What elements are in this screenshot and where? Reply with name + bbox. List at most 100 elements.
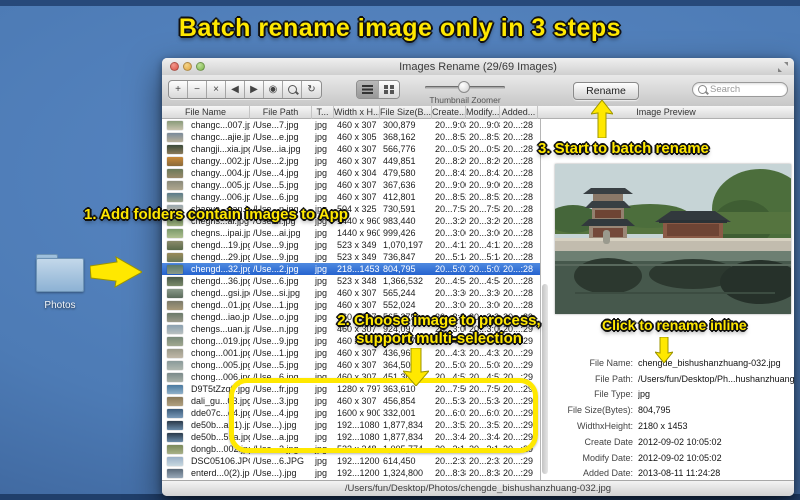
row-thumbnail bbox=[162, 287, 188, 299]
table-row[interactable]: enterd...0(2).jpg/Use...).jpg jpg 192...12… bbox=[162, 467, 540, 479]
photos-folder-icon[interactable] bbox=[36, 254, 84, 296]
cell-path: /Use...6.jpg bbox=[253, 276, 299, 286]
column-header-0[interactable]: File Name bbox=[162, 106, 250, 119]
row-thumbnail bbox=[162, 359, 188, 371]
table-row[interactable]: chengd...29.jpg/Use...9.jpg jpg 523 x 349 7… bbox=[162, 251, 540, 263]
table-row[interactable]: changy...004.jpg/Use...4.jpg jpg 460 x 304… bbox=[162, 167, 540, 179]
cell-modify: 20...8:20 bbox=[469, 156, 500, 166]
cell-type: jpg bbox=[315, 348, 328, 358]
cell-path: /Use...n.jpg bbox=[253, 324, 299, 334]
cell-name: changji...xia.jpg bbox=[191, 144, 250, 154]
field-value: 2012-09-02 10:05:02 bbox=[638, 436, 722, 447]
cell-type: jpg bbox=[315, 300, 328, 310]
table-row[interactable]: changy...006.jpg/Use...6.jpg jpg 460 x 307… bbox=[162, 191, 540, 203]
cell-create: 20...8:52 bbox=[435, 192, 466, 202]
thumbnail-image bbox=[167, 132, 183, 142]
metadata-field: File Type: jpg bbox=[541, 387, 795, 403]
table-row[interactable]: changy...005.jpg/Use...5.jpg jpg 460 x 307… bbox=[162, 179, 540, 191]
table-row[interactable]: chong...001.jpg/Use...1.jpg jpg 460 x 307 4… bbox=[162, 347, 540, 359]
image-preview-photo bbox=[555, 164, 791, 314]
cell-path: /Use...9.jpg bbox=[253, 240, 299, 250]
rename-button[interactable]: Rename bbox=[573, 82, 639, 100]
cell-type: jpg bbox=[315, 132, 328, 142]
thumbnail-image bbox=[167, 300, 183, 310]
list-view-button[interactable] bbox=[357, 81, 378, 98]
cell-name: chengd...gsi.jpg bbox=[191, 288, 250, 298]
cell-added: 20...:28 bbox=[503, 276, 534, 286]
cell-modify: 20...8:38 bbox=[469, 468, 500, 478]
next-button[interactable]: ▶ bbox=[245, 81, 264, 98]
search-field[interactable]: Search bbox=[692, 82, 788, 97]
cell-dims: 460 x 307 bbox=[337, 288, 377, 298]
table-row[interactable]: changc...007.jpg/Use...7.jpg jpg 460 x 307… bbox=[162, 119, 540, 131]
add-button[interactable]: + bbox=[169, 81, 188, 98]
cell-path: /Use...6.jpg bbox=[253, 192, 299, 202]
table-row[interactable]: chengd...01.jpg/Use...1.jpg jpg 460 x 307 5… bbox=[162, 299, 540, 311]
cell-added: 20...:28 bbox=[503, 192, 534, 202]
thumbnail-zoomer-slider[interactable] bbox=[425, 81, 505, 93]
field-label: Create Date bbox=[584, 436, 633, 447]
cell-size: 804,795 bbox=[383, 264, 416, 274]
refresh-button[interactable]: ↻ bbox=[302, 81, 321, 98]
search-button[interactable] bbox=[283, 81, 302, 98]
delete-button[interactable]: × bbox=[207, 81, 226, 98]
row-thumbnail bbox=[162, 431, 188, 443]
table-row[interactable]: chengd...gsi.jpg/Use...si.jpg jpg 460 x 30… bbox=[162, 287, 540, 299]
search-placeholder: Search bbox=[710, 84, 741, 95]
table-row[interactable]: changy...002.jpg/Use...2.jpg jpg 460 x 307… bbox=[162, 155, 540, 167]
column-header-7[interactable]: Added... bbox=[500, 106, 538, 119]
cell-create: 20...9:00 bbox=[435, 180, 466, 190]
cell-added: 20...:28 bbox=[503, 228, 534, 238]
cell-modify: 20...5:14 bbox=[469, 252, 500, 262]
cell-name: enterd...0(2).jpg bbox=[191, 468, 250, 478]
column-header-6[interactable]: Modify... bbox=[466, 106, 500, 119]
cell-size: 736,847 bbox=[383, 252, 416, 262]
cell-create: 20...4:54 bbox=[435, 276, 466, 286]
thumbnail-image bbox=[167, 276, 183, 286]
fullscreen-icon[interactable] bbox=[778, 62, 788, 72]
column-header-4[interactable]: File Size(B... bbox=[380, 106, 432, 119]
row-thumbnail bbox=[162, 143, 188, 155]
column-header-3[interactable]: Width x H... bbox=[334, 106, 380, 119]
field-value: jpg bbox=[638, 389, 651, 400]
column-header-8[interactable]: Image Preview bbox=[538, 106, 794, 119]
cell-modify: 20...2:32 bbox=[469, 456, 500, 466]
preview-eye-button[interactable]: ◉ bbox=[264, 81, 283, 98]
cell-create: 20...5:08 bbox=[435, 360, 466, 370]
column-header-1[interactable]: File Path bbox=[250, 106, 312, 119]
metadata-field: File Path: /Users/fun/Desktop/Ph...hushan… bbox=[541, 371, 795, 387]
row-thumbnail bbox=[162, 335, 188, 347]
column-header-2[interactable]: T... bbox=[312, 106, 334, 119]
slider-knob[interactable] bbox=[458, 81, 470, 93]
table-row[interactable]: changc...ajie.jpg/Use...e.jpg jpg 460 x 30… bbox=[162, 131, 540, 143]
remove-button[interactable]: − bbox=[188, 81, 207, 98]
field-label: File Name: bbox=[589, 357, 633, 368]
cell-create: 20...2:32 bbox=[435, 456, 466, 466]
table-row[interactable]: chengd...32.jpg/Use...2.jpg jpg 218...1453… bbox=[162, 263, 540, 275]
window-title: Images Rename (29/69 Images) bbox=[399, 61, 557, 73]
cell-dims: 460 x 307 bbox=[337, 348, 377, 358]
folder-arrow-icon bbox=[90, 256, 142, 288]
previous-button[interactable]: ◀ bbox=[226, 81, 245, 98]
grid-view-button[interactable] bbox=[378, 81, 399, 98]
annotation-title: Batch rename image only in 3 steps bbox=[178, 14, 622, 42]
table-row[interactable]: chong...005.jpg/Use...5.jpg jpg 460 x 307 3… bbox=[162, 359, 540, 371]
cell-type: jpg bbox=[315, 360, 328, 370]
column-header-5[interactable]: Create... bbox=[432, 106, 466, 119]
cell-dims: 460 x 304 bbox=[337, 168, 377, 178]
thumbnail-image bbox=[167, 144, 183, 154]
cell-modify: 20...0:58 bbox=[469, 144, 500, 154]
title-bar[interactable]: Images Rename (29/69 Images) bbox=[162, 58, 794, 76]
table-row[interactable]: chengd...36.jpg/Use...6.jpg jpg 523 x 348 1… bbox=[162, 275, 540, 287]
table-row[interactable]: chengd...19.jpg/Use...9.jpg jpg 523 x 349 1… bbox=[162, 239, 540, 251]
cell-dims: 460 x 307 bbox=[337, 360, 377, 370]
table-row[interactable]: chegns...ipai.jpg/Use...ai.jpg jpg 1440 x … bbox=[162, 227, 540, 239]
cell-name: changy...006.jpg bbox=[191, 192, 250, 202]
cell-name: chengd...36.jpg bbox=[191, 276, 250, 286]
row-thumbnail bbox=[162, 419, 188, 431]
next-icon: ▶ bbox=[250, 84, 258, 95]
table-row[interactable]: changji...xia.jpg/Use...ia.jpg jpg 460 x 3… bbox=[162, 143, 540, 155]
table-row[interactable]: DSC05106.JPG/Use...6.JPG jpg 192...1200 614… bbox=[162, 455, 540, 467]
cell-create: 20...0:58 bbox=[435, 144, 466, 154]
field-value: 2180 x 1453 bbox=[638, 421, 688, 432]
